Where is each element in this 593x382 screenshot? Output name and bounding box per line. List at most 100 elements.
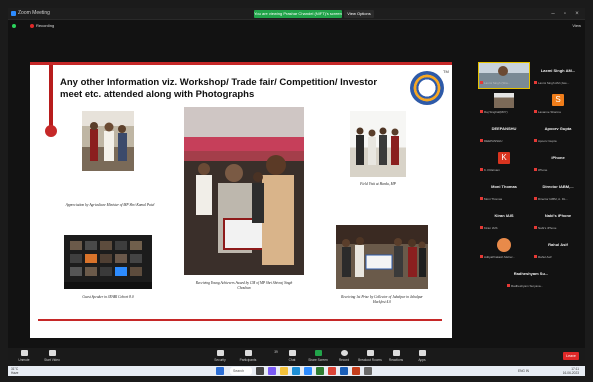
- zoom-window: Zoom Meeting You are viewing Prashar Cha…: [8, 8, 585, 376]
- taskbar-search[interactable]: Search: [230, 367, 252, 375]
- participant-tile[interactable]: K K.V.Ratnam: [478, 149, 530, 176]
- close-icon[interactable]: ×: [572, 9, 582, 19]
- share-screen-icon: [314, 350, 322, 356]
- photo-jrabi-cohort: [64, 235, 152, 289]
- edge-icon[interactable]: [292, 367, 300, 375]
- participant-tile[interactable]: Nabi's iPhone Nabi's iPhone: [532, 207, 584, 234]
- app-name: Zoom Meeting: [18, 10, 50, 16]
- participant-name: K.V.Ratnam: [480, 168, 528, 172]
- recording-label: Recording: [36, 23, 55, 28]
- breakout-rooms-button[interactable]: Breakout Rooms: [356, 350, 384, 362]
- photo-young-achievers-award: [184, 107, 304, 275]
- caption-field-visit: Field Visit at Harda, MP: [360, 182, 396, 186]
- chat-icon: [288, 350, 296, 356]
- powerpoint-icon[interactable]: [352, 367, 360, 375]
- participant-display-name: iPhone: [551, 155, 565, 160]
- zoom-logo-icon: [11, 11, 16, 16]
- reactions-icon: [392, 350, 400, 356]
- participant-name: Lavanne Sharma: [534, 110, 582, 114]
- participant-tile[interactable]: DEEPANSHU DEEPANSHU: [478, 120, 530, 147]
- participant-tile[interactable]: Moni Thomas Moni Thomas: [478, 178, 530, 205]
- participant-tile[interactable]: iPhone iPhone: [532, 149, 584, 176]
- photo-hackfest-prize: [336, 225, 428, 289]
- record-button[interactable]: Record: [330, 350, 358, 362]
- participant-display-name: Moni Thomas: [491, 184, 517, 189]
- word-icon[interactable]: [340, 367, 348, 375]
- participant-name: Nabi's iPhone: [534, 226, 582, 230]
- recording-icon: [30, 24, 34, 28]
- caption-jrabi: Guest Speaker in JRABI Cohort 8.0: [82, 295, 134, 299]
- leave-button[interactable]: Leave: [563, 352, 579, 360]
- participant-tile[interactable]: Kiran IAIS Kiran IAIS: [478, 207, 530, 234]
- photo-field-visit: [350, 111, 406, 177]
- participant-tile[interactable]: AdityaPrakash Meher...: [478, 236, 530, 263]
- photo-agriculture-minister: [82, 111, 134, 171]
- weather-widget[interactable]: 31°C Haze: [11, 367, 18, 375]
- security-shield-icon[interactable]: [12, 24, 16, 28]
- view-options-button[interactable]: View Options: [344, 10, 374, 18]
- file-explorer-icon[interactable]: [280, 367, 288, 375]
- shared-slide: Any other Information viz. Workshop/ Tra…: [30, 62, 452, 338]
- participant-tile[interactable]: S Lavanne Sharma: [532, 91, 584, 118]
- microphone-muted-icon: [20, 350, 28, 356]
- participant-name: Apoorv Gupta: [534, 139, 582, 143]
- record-icon: [340, 350, 348, 356]
- participant-display-name: Director IABM,...: [542, 184, 574, 189]
- security-button[interactable]: Security: [206, 350, 234, 362]
- chat-button[interactable]: Chat: [278, 350, 306, 362]
- trademark-mark: TM: [443, 69, 449, 74]
- slide-pin-decoration: [49, 65, 53, 127]
- screen-share-banner[interactable]: You are viewing Prashar Chandel (NIFT)'s…: [254, 10, 342, 18]
- meeting-toolbar: Unmute Start Video Security Participants…: [8, 348, 585, 366]
- task-view-icon[interactable]: [256, 367, 264, 375]
- avatar: S: [552, 94, 564, 106]
- participant-name: Kiran IAIS: [480, 226, 528, 230]
- camera-off-icon: [48, 350, 56, 356]
- participant-name: Laxmi Singh (Sha...: [480, 81, 528, 85]
- os-taskbar: 31°C Haze Search ENG IN 17:11 16-06-2023: [8, 366, 585, 376]
- people-icon: [244, 350, 252, 356]
- participant-name: Rahul Asif: [534, 255, 582, 259]
- participant-display-name: Apoorv Gupta: [544, 126, 572, 131]
- organization-logo: [410, 71, 444, 105]
- participant-display-name: Radheshyam Su...: [513, 271, 549, 276]
- participant-display-name: Laxmi Singh AM...: [540, 68, 576, 73]
- language-indicator[interactable]: ENG IN: [518, 369, 529, 373]
- title-bar: Zoom Meeting You are viewing Prashar Cha…: [8, 8, 585, 20]
- settings-icon[interactable]: [364, 367, 372, 375]
- slide-title: Any other Information viz. Workshop/ Tra…: [60, 77, 378, 100]
- chrome-icon[interactable]: [328, 367, 336, 375]
- share-screen-button[interactable]: Share Screen: [304, 350, 332, 362]
- teams-icon[interactable]: [268, 367, 276, 375]
- participant-display-name: Kiran IAIS: [494, 213, 514, 218]
- reactions-button[interactable]: Reactions: [382, 350, 410, 362]
- avatar: [497, 238, 511, 252]
- unmute-button[interactable]: Unmute: [10, 350, 38, 362]
- participant-tile[interactable]: Raj Singhal(RRY): [478, 91, 530, 118]
- participants-button[interactable]: Participants: [234, 350, 262, 362]
- caption-agri-minister: Appreciation by Agriculture Minister of …: [65, 203, 155, 207]
- participant-name: AdityaPrakash Meher...: [480, 255, 528, 259]
- participant-tile[interactable]: Director IABM,... Director IABM, A. DL..…: [532, 178, 584, 205]
- start-video-button[interactable]: Start Video: [38, 350, 66, 362]
- windows-start-icon[interactable]: [216, 367, 224, 375]
- excel-icon[interactable]: [316, 367, 324, 375]
- participant-tile[interactable]: Rahul Asif Rahul Asif: [532, 236, 584, 263]
- participant-tile[interactable]: Apoorv Gupta Apoorv Gupta: [532, 120, 584, 147]
- participant-name: Raj Singhal(RRY): [480, 110, 528, 114]
- zoom-taskbar-icon[interactable]: [304, 367, 312, 375]
- maximize-icon[interactable]: ▫: [560, 9, 570, 19]
- participant-gallery: Laxmi Singh (Sha... Laxmi Singh AM... La…: [478, 62, 585, 324]
- participant-name: Moni Thomas: [480, 197, 528, 201]
- participant-name: Director IABM, A. DL...: [534, 197, 582, 201]
- apps-button[interactable]: Apps: [408, 350, 436, 362]
- avatar: K: [498, 152, 510, 164]
- view-button[interactable]: View: [572, 23, 581, 28]
- shield-icon: [216, 350, 224, 356]
- participant-name: DEEPANSHU: [480, 139, 528, 143]
- participant-tile[interactable]: Radheshyam Su... Radheshyam Suryava...: [505, 265, 557, 292]
- minimize-icon[interactable]: –: [548, 9, 558, 19]
- participant-tile[interactable]: Laxmi Singh AM... Laxmi Singh AM (Jwe...: [532, 62, 584, 89]
- participant-tile[interactable]: Laxmi Singh (Sha...: [478, 62, 530, 89]
- system-clock[interactable]: 17:11 16-06-2023: [563, 367, 579, 375]
